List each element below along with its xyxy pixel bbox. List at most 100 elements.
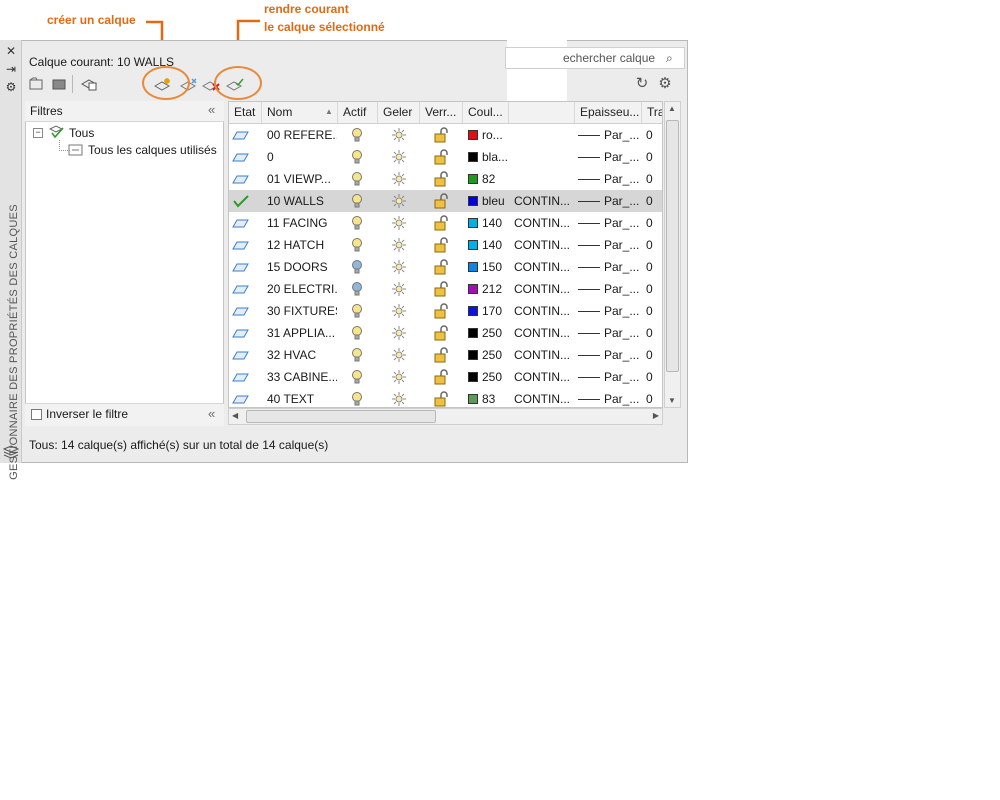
lightbulb-icon[interactable] xyxy=(351,347,363,363)
transparency[interactable]: 0 xyxy=(646,168,662,190)
lineweight[interactable]: Par_... xyxy=(604,344,642,366)
lightbulb-icon[interactable] xyxy=(351,215,363,231)
close-icon[interactable]: ✕ xyxy=(4,44,18,58)
lightbulb-icon[interactable] xyxy=(351,281,363,297)
scroll-left-icon[interactable]: ◀ xyxy=(232,411,238,420)
transparency[interactable]: 0 xyxy=(646,124,662,146)
lightbulb-icon[interactable] xyxy=(351,391,363,407)
layer-name[interactable]: 00 REFERE... xyxy=(267,124,337,146)
linetype[interactable] xyxy=(514,168,574,190)
color-swatch[interactable] xyxy=(468,240,478,250)
new-filter-icon[interactable] xyxy=(29,77,43,91)
lightbulb-icon[interactable] xyxy=(351,259,363,275)
collapse-footer-icon[interactable]: « xyxy=(208,406,215,421)
unlocked-padlock-icon[interactable] xyxy=(433,193,449,209)
transparency[interactable]: 0 xyxy=(646,234,662,256)
header-col-epaisseur[interactable]: Epaisseu... xyxy=(575,102,642,123)
lineweight[interactable]: Par_... xyxy=(604,278,642,300)
unlocked-padlock-icon[interactable] xyxy=(433,369,449,385)
layer-name[interactable]: 01 VIEWP... xyxy=(267,168,337,190)
collapse-filter-icon[interactable]: « xyxy=(208,102,215,117)
table-row[interactable]: 40 TEXT 83 CONTIN... Par_... 0 xyxy=(229,388,662,407)
new-group-filter-icon[interactable] xyxy=(52,77,66,91)
color-swatch[interactable] xyxy=(468,350,478,360)
unlocked-padlock-icon[interactable] xyxy=(433,237,449,253)
scroll-down-icon[interactable]: ▼ xyxy=(668,396,676,405)
layer-name[interactable]: 12 HATCH xyxy=(267,234,337,256)
sun-icon[interactable] xyxy=(391,149,407,165)
lightbulb-icon[interactable] xyxy=(351,127,363,143)
linetype[interactable]: CONTIN... xyxy=(514,256,574,278)
layer-name[interactable]: 0 xyxy=(267,146,337,168)
unlocked-padlock-icon[interactable] xyxy=(433,127,449,143)
tree-item-all[interactable]: Tous xyxy=(69,126,94,140)
lineweight[interactable]: Par_... xyxy=(604,124,642,146)
sun-icon[interactable] xyxy=(391,281,407,297)
header-col-transparence[interactable]: Tra xyxy=(642,102,662,123)
vertical-scroll-thumb[interactable] xyxy=(666,120,679,372)
unlocked-padlock-icon[interactable] xyxy=(433,391,449,407)
sun-icon[interactable] xyxy=(391,171,407,187)
tree-item-used-layers[interactable]: Tous les calques utilisés xyxy=(88,143,217,157)
color-swatch[interactable] xyxy=(468,328,478,338)
sun-icon[interactable] xyxy=(391,347,407,363)
unlocked-padlock-icon[interactable] xyxy=(433,259,449,275)
layer-states-icon[interactable] xyxy=(80,76,98,92)
layer-name[interactable]: 33 CABINE... xyxy=(267,366,337,388)
lineweight[interactable]: Par_... xyxy=(604,146,642,168)
linetype[interactable]: CONTIN... xyxy=(514,278,574,300)
color-swatch[interactable] xyxy=(468,394,478,404)
lineweight[interactable]: Par_... xyxy=(604,388,642,407)
sun-icon[interactable] xyxy=(391,369,407,385)
table-row[interactable]: 11 FACING 140 CONTIN... Par_... 0 xyxy=(229,212,662,234)
sun-icon[interactable] xyxy=(391,325,407,341)
layer-name[interactable]: 31 APPLIA... xyxy=(267,322,337,344)
color-swatch[interactable] xyxy=(468,284,478,294)
linetype[interactable]: CONTIN... xyxy=(514,212,574,234)
unlocked-padlock-icon[interactable] xyxy=(433,325,449,341)
transparency[interactable]: 0 xyxy=(646,146,662,168)
scroll-up-icon[interactable]: ▲ xyxy=(668,104,676,113)
scroll-right-icon[interactable]: ▶ xyxy=(653,411,659,420)
layer-name[interactable]: 20 ELECTRI... xyxy=(267,278,337,300)
color-swatch[interactable] xyxy=(468,262,478,272)
header-col-couleur[interactable]: Coul... xyxy=(463,102,509,123)
unlocked-padlock-icon[interactable] xyxy=(433,149,449,165)
sun-icon[interactable] xyxy=(391,303,407,319)
horizontal-scroll-thumb[interactable] xyxy=(246,410,436,423)
unlocked-padlock-icon[interactable] xyxy=(433,215,449,231)
lightbulb-icon[interactable] xyxy=(351,303,363,319)
table-row[interactable]: 00 REFERE... ro... Par_... 0 xyxy=(229,124,662,146)
layer-name[interactable]: 40 TEXT xyxy=(267,388,337,407)
layer-name[interactable]: 32 HVAC xyxy=(267,344,337,366)
transparency[interactable]: 0 xyxy=(646,256,662,278)
lineweight[interactable]: Par_... xyxy=(604,300,642,322)
header-col-etat[interactable]: Etat xyxy=(229,102,262,123)
unlocked-padlock-icon[interactable] xyxy=(433,281,449,297)
table-row[interactable]: 0 bla... Par_... 0 xyxy=(229,146,662,168)
transparency[interactable]: 0 xyxy=(646,344,662,366)
table-row[interactable]: 10 WALLS bleu CONTIN... Par_... 0 xyxy=(229,190,662,212)
table-row[interactable]: 01 VIEWP... 82 Par_... 0 xyxy=(229,168,662,190)
refresh-icon[interactable]: ↻ xyxy=(633,75,651,93)
tree-expander-icon[interactable]: − xyxy=(33,128,43,138)
color-swatch[interactable] xyxy=(468,174,478,184)
invert-filter-checkbox[interactable] xyxy=(31,409,42,420)
color-swatch[interactable] xyxy=(468,372,478,382)
unlocked-padlock-icon[interactable] xyxy=(433,347,449,363)
lightbulb-icon[interactable] xyxy=(351,237,363,253)
table-row[interactable]: 15 DOORS 150 CONTIN... Par_... 0 xyxy=(229,256,662,278)
header-col-actif[interactable]: Actif xyxy=(338,102,378,123)
lineweight[interactable]: Par_... xyxy=(604,190,642,212)
linetype[interactable]: CONTIN... xyxy=(514,388,574,407)
lineweight[interactable]: Par_... xyxy=(604,256,642,278)
settings-icon[interactable]: ⚙ xyxy=(4,80,18,94)
lightbulb-icon[interactable] xyxy=(351,369,363,385)
layer-name[interactable]: 11 FACING xyxy=(267,212,337,234)
transparency[interactable]: 0 xyxy=(646,190,662,212)
transparency[interactable]: 0 xyxy=(646,300,662,322)
linetype[interactable]: CONTIN... xyxy=(514,322,574,344)
lineweight[interactable]: Par_... xyxy=(604,366,642,388)
table-row[interactable]: 32 HVAC 250 CONTIN... Par_... 0 xyxy=(229,344,662,366)
lineweight[interactable]: Par_... xyxy=(604,212,642,234)
